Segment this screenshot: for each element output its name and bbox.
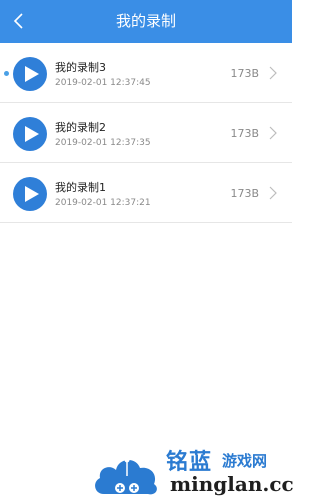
recording-item[interactable]: 我的录制1 2019-02-01 12:37:21 173B bbox=[0, 163, 292, 223]
recording-size: 173B bbox=[230, 127, 259, 140]
recording-name: 我的录制1 bbox=[55, 181, 106, 194]
chevron-right-icon bbox=[269, 186, 277, 200]
recording-size: 173B bbox=[230, 67, 259, 80]
chevron-right-icon bbox=[269, 126, 277, 140]
watermark-domain: minglan.cc bbox=[170, 472, 294, 496]
recording-item[interactable]: 我的录制3 2019-02-01 12:37:45 173B bbox=[0, 43, 292, 103]
play-icon bbox=[24, 66, 39, 82]
recording-item[interactable]: 我的录制2 2019-02-01 12:37:35 173B bbox=[0, 103, 292, 163]
recording-name: 我的录制3 bbox=[55, 61, 106, 74]
play-button[interactable] bbox=[13, 177, 47, 211]
play-icon bbox=[24, 126, 39, 142]
recording-time: 2019-02-01 12:37:45 bbox=[55, 78, 151, 88]
recording-name: 我的录制2 bbox=[55, 121, 106, 134]
cloud-logo-icon bbox=[95, 457, 157, 495]
play-button[interactable] bbox=[13, 117, 47, 151]
page-title: 我的录制 bbox=[115, 12, 176, 30]
recording-time: 2019-02-01 12:37:21 bbox=[55, 198, 151, 208]
chevron-right-icon bbox=[269, 66, 277, 80]
recording-size: 173B bbox=[230, 187, 259, 200]
play-icon bbox=[24, 186, 39, 202]
watermark-brand-sub: 游戏网 bbox=[222, 452, 268, 470]
site-watermark: 铭蓝 游戏网 minglan.cc bbox=[90, 438, 294, 500]
recording-time: 2019-02-01 12:37:35 bbox=[55, 138, 151, 148]
app-header: 我的录制 bbox=[0, 0, 292, 43]
recording-list: 我的录制3 2019-02-01 12:37:45 173B 我的录制2 201… bbox=[0, 43, 292, 223]
selected-indicator bbox=[4, 71, 9, 76]
play-button[interactable] bbox=[13, 57, 47, 91]
